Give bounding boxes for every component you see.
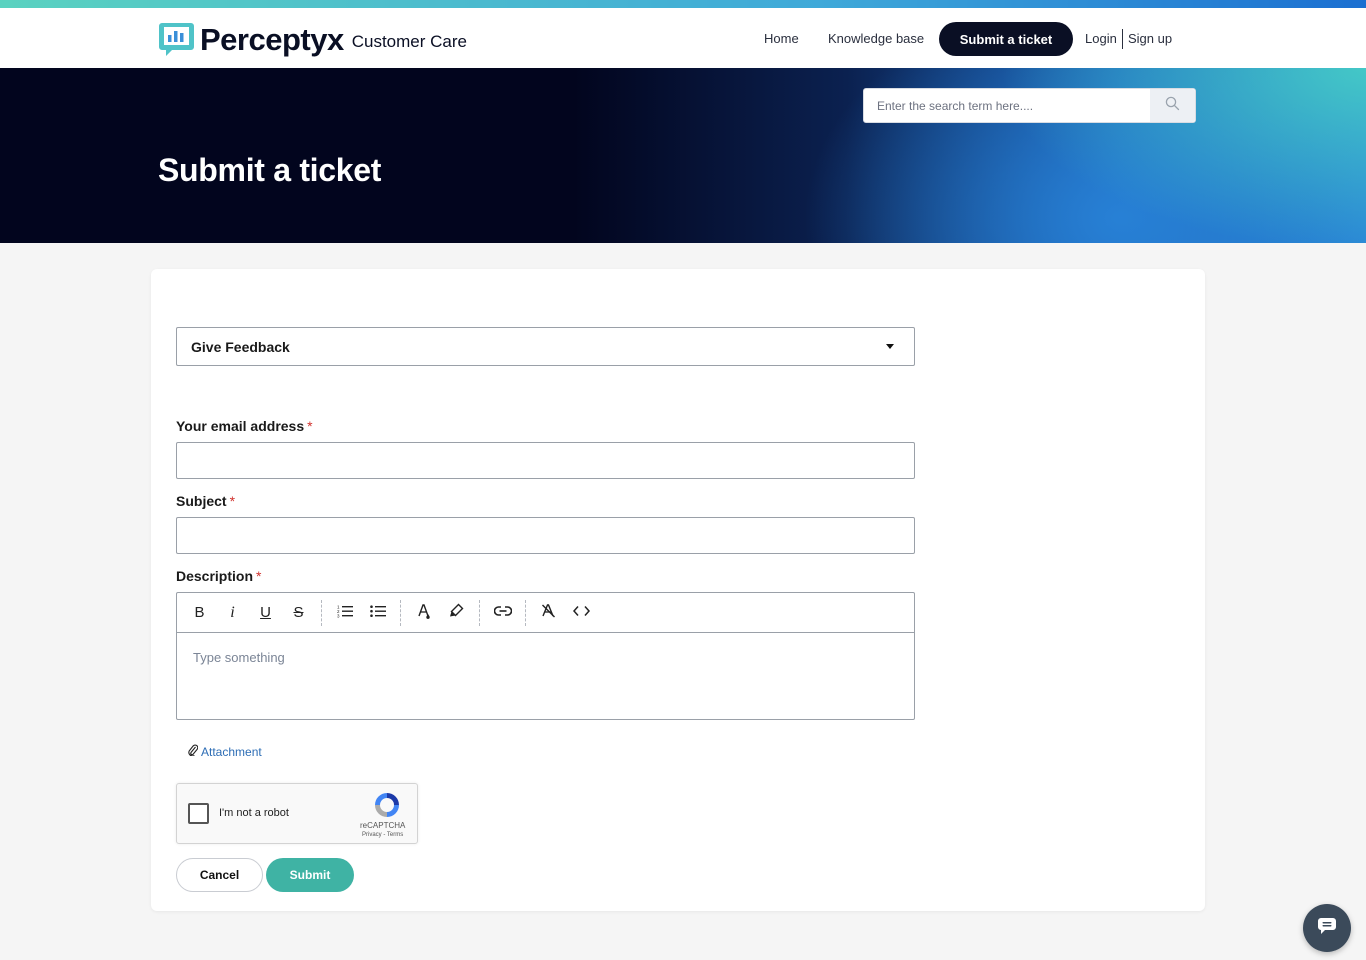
svg-text:3: 3	[337, 613, 340, 618]
nav-submit-ticket-button[interactable]: Submit a ticket	[939, 22, 1073, 56]
page-title: Submit a ticket	[158, 152, 382, 188]
strikethrough-icon: S	[293, 604, 304, 621]
text-color-button[interactable]	[407, 598, 440, 628]
description-label-text: Description	[176, 568, 254, 584]
highlight-button[interactable]	[440, 598, 473, 628]
nav-login[interactable]: Login	[1085, 31, 1117, 46]
submit-button[interactable]: Submit	[266, 858, 354, 892]
code-icon	[572, 604, 591, 621]
recaptcha-brand: reCAPTCHA	[360, 821, 406, 830]
link-icon	[493, 604, 512, 621]
bullet-list-button[interactable]	[361, 598, 394, 628]
ordered-list-icon: 123	[337, 604, 353, 622]
underline-button[interactable]: U	[249, 598, 282, 628]
ticket-type-value: Give Feedback	[191, 338, 290, 355]
recaptcha-logo-icon	[373, 791, 401, 824]
description-editor: B i U S 123 Type something	[176, 592, 915, 720]
email-label: Your email address *	[176, 418, 313, 434]
italic-button[interactable]: i	[216, 598, 249, 628]
search-icon	[1165, 96, 1180, 116]
attachment-link[interactable]: Attachment	[188, 743, 262, 761]
ticket-form-card: Give Feedback Your email address * Subjec…	[151, 269, 1205, 911]
search-bar	[863, 88, 1196, 123]
subject-label: Subject *	[176, 493, 235, 509]
nav-home[interactable]: Home	[764, 31, 799, 46]
text-color-icon	[417, 603, 431, 623]
search-button[interactable]	[1150, 89, 1195, 122]
hero-banner: Submit a ticket	[0, 68, 1366, 243]
bold-icon: B	[194, 604, 205, 621]
nav-divider	[1122, 29, 1123, 49]
recaptcha-privacy-terms[interactable]: Privacy - Terms	[362, 832, 403, 838]
recaptcha-label: I'm not a robot	[219, 807, 289, 819]
brand-subtitle: Customer Care	[351, 32, 467, 51]
link-button[interactable]	[486, 598, 519, 628]
top-accent-strip	[0, 0, 1366, 8]
logo-icon	[158, 20, 195, 58]
site-header: Perceptyx Customer Care Home Knowledge b…	[0, 8, 1366, 68]
nav-signup[interactable]: Sign up	[1128, 31, 1172, 46]
required-marker: *	[256, 568, 262, 584]
subject-label-text: Subject	[176, 493, 227, 509]
recaptcha-widget: I'm not a robot reCAPTCHA Privacy - Term…	[176, 783, 418, 844]
description-label: Description *	[176, 568, 261, 584]
toolbar-separator	[400, 599, 401, 626]
paperclip-icon	[188, 743, 199, 761]
description-textarea[interactable]: Type something	[177, 633, 914, 682]
strikethrough-button[interactable]: S	[282, 598, 315, 628]
code-button[interactable]	[565, 598, 598, 628]
chat-icon	[1317, 917, 1337, 940]
search-input[interactable]	[864, 89, 1150, 122]
nav-knowledge-base[interactable]: Knowledge base	[828, 31, 924, 46]
toolbar-separator	[321, 599, 322, 626]
italic-icon: i	[230, 603, 235, 621]
editor-toolbar: B i U S 123	[177, 593, 914, 633]
clear-format-icon	[541, 603, 556, 622]
email-field[interactable]	[176, 442, 915, 479]
required-marker: *	[307, 418, 313, 434]
underline-icon: U	[260, 604, 271, 621]
brand-name: Perceptyx	[200, 21, 344, 57]
chevron-down-icon	[886, 344, 894, 349]
highlighter-icon	[449, 603, 464, 622]
toolbar-separator	[525, 599, 526, 626]
clear-format-button[interactable]	[532, 598, 565, 628]
subject-field[interactable]	[176, 517, 915, 554]
recaptcha-checkbox[interactable]	[188, 803, 209, 824]
toolbar-separator	[479, 599, 480, 626]
bold-button[interactable]: B	[183, 598, 216, 628]
cancel-button[interactable]: Cancel	[176, 858, 263, 892]
ordered-list-button[interactable]: 123	[328, 598, 361, 628]
ticket-type-select[interactable]: Give Feedback	[176, 327, 915, 366]
bullet-list-icon	[369, 604, 386, 622]
attachment-label: Attachment	[201, 745, 262, 759]
brand-logo[interactable]: Perceptyx Customer Care	[158, 20, 467, 58]
email-label-text: Your email address	[176, 418, 305, 434]
chat-widget-button[interactable]	[1303, 904, 1351, 952]
required-marker: *	[229, 493, 236, 509]
